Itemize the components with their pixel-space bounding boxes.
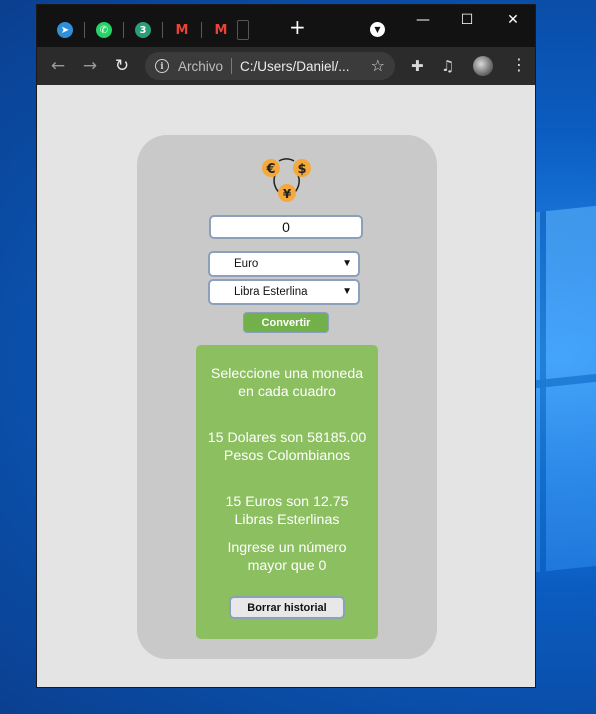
from-currency-value: Euro <box>234 258 259 270</box>
chevron-down-icon: ▼ <box>342 258 352 269</box>
tab-separator <box>123 22 124 38</box>
address-bar[interactable]: i Archivo C:/Users/Daniel/... ☆ <box>145 52 395 80</box>
clear-history-button[interactable]: Borrar historial <box>229 596 345 619</box>
converter-card: € $ ¥ Euro ▼ Libra Esterlina ▼ Convertir… <box>137 135 437 659</box>
convert-button[interactable]: Convertir <box>243 312 329 333</box>
three-icon: 3 <box>135 22 151 38</box>
tab-separator <box>162 22 163 38</box>
euro-symbol: € <box>265 162 275 177</box>
to-currency-value: Libra Esterlina <box>234 286 308 298</box>
media-control-icon[interactable]: ♫ <box>441 57 454 75</box>
history-message: Seleccione una moneda en cada cuadro <box>210 366 364 400</box>
url-text[interactable]: C:/Users/Daniel/... <box>240 59 350 74</box>
browser-toolbar: ← → ↻ i Archivo C:/Users/Daniel/... ☆ ✚ … <box>37 47 535 85</box>
telegram-icon: ➤ <box>57 22 73 38</box>
tab-search-button[interactable]: ▼ <box>370 22 385 37</box>
tab-active[interactable] <box>233 18 253 42</box>
extensions-icon[interactable]: ✚ <box>411 57 424 75</box>
to-currency-select[interactable]: Libra Esterlina ▼ <box>208 279 360 305</box>
chevron-down-icon: ▼ <box>342 286 352 297</box>
page-viewport: € $ ¥ Euro ▼ Libra Esterlina ▼ Convertir… <box>37 85 535 687</box>
amount-input[interactable] <box>209 215 363 239</box>
from-currency-select[interactable]: Euro ▼ <box>208 251 360 277</box>
history-message: 15 Euros son 12.75 Libras Esterlinas <box>225 494 349 528</box>
page-icon <box>237 20 249 40</box>
address-separator <box>231 58 233 74</box>
currency-exchange-logo-icon: € $ ¥ <box>262 158 311 202</box>
tab-separator <box>84 22 85 38</box>
gmail-icon: M <box>214 22 228 38</box>
browser-window: ➤ ✆ 3 M M + ▼ — ☐ ✕ ← → ↻ i Archivo C:/U… <box>36 4 536 688</box>
info-icon[interactable]: i <box>155 59 169 73</box>
avatar[interactable] <box>473 56 493 76</box>
dollar-symbol: $ <box>297 162 306 177</box>
tab-three[interactable]: 3 <box>125 18 161 42</box>
forward-icon[interactable]: → <box>79 56 101 78</box>
whatsapp-icon: ✆ <box>96 22 112 38</box>
gmail-icon: M <box>175 22 189 38</box>
tab-strip: ➤ ✆ 3 M M + ▼ — ☐ ✕ <box>37 5 535 47</box>
history-panel: Seleccione una moneda en cada cuadro 15 … <box>196 345 378 639</box>
reload-icon[interactable]: ↻ <box>111 56 133 78</box>
menu-kebab-icon[interactable]: ⋮ <box>511 57 527 73</box>
back-icon[interactable]: ← <box>47 56 69 78</box>
tab-telegram[interactable]: ➤ <box>47 18 83 42</box>
minimize-button[interactable]: — <box>408 11 438 31</box>
close-button[interactable]: ✕ <box>498 11 528 31</box>
chevron-down-icon: ▼ <box>374 24 381 34</box>
bookmark-star-icon[interactable]: ☆ <box>371 56 385 75</box>
yen-symbol: ¥ <box>283 187 292 201</box>
history-message: Ingrese un número mayor que 0 <box>227 540 347 574</box>
new-tab-button[interactable]: + <box>289 17 306 37</box>
tab-gmail[interactable]: M <box>164 18 200 42</box>
history-message: 15 Dolares son 58185.00 Pesos Colombiano… <box>207 430 367 464</box>
security-label: Archivo <box>178 58 224 74</box>
tab-whatsapp[interactable]: ✆ <box>86 18 122 42</box>
maximize-button[interactable]: ☐ <box>452 11 482 31</box>
tab-separator <box>201 22 202 38</box>
